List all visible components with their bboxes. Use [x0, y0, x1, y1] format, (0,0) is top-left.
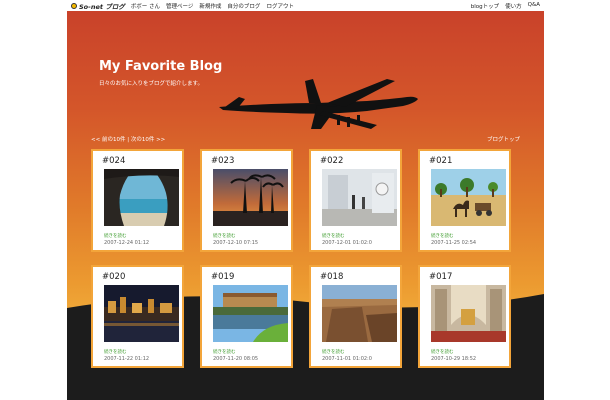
post-photo[interactable] — [322, 169, 397, 226]
post-date: 2007-12-10 07:15 — [213, 240, 259, 246]
post-photo[interactable] — [213, 169, 288, 226]
pager: << 前の10件 | 次の10件 >> — [91, 135, 165, 143]
post-number: #017 — [429, 272, 453, 282]
sonet-logo-icon — [71, 2, 77, 9]
nav-my-blog[interactable]: 自分のブログ — [227, 2, 260, 10]
post-number: #021 — [429, 156, 453, 166]
post-number: #018 — [320, 272, 344, 282]
post-number: #019 — [211, 272, 235, 282]
nav-faq[interactable]: Q&A — [528, 2, 540, 10]
logo-text: So-net ブログ — [79, 2, 125, 11]
post-photo[interactable] — [322, 285, 397, 342]
read-more-link[interactable]: 続きを読む — [322, 349, 345, 355]
post-photo[interactable] — [213, 285, 288, 342]
post-photo[interactable] — [104, 169, 179, 226]
pager-next-link[interactable]: 次の10件 >> — [131, 137, 165, 143]
nav-how-to[interactable]: 使い方 — [505, 2, 522, 10]
blog-subtitle: 日々のお気に入りをブログで紹介します。 — [99, 81, 203, 87]
post-card[interactable]: #017 続きを読む 2007-10-29 18:52 — [418, 265, 511, 368]
nav-new-post[interactable]: 新規作成 — [199, 2, 221, 10]
post-date: 2007-12-24 01:12 — [104, 240, 150, 246]
read-more-link[interactable]: 続きを読む — [104, 349, 127, 355]
post-number: #023 — [211, 156, 235, 166]
blog-top-link[interactable]: ブログトップ — [487, 135, 520, 143]
nav-admin-page[interactable]: 管理ページ — [166, 2, 193, 10]
read-more-link[interactable]: 続きを読む — [431, 349, 454, 355]
post-card[interactable]: #018 続きを読む 2007-11-01 01:02:0 — [309, 265, 402, 368]
post-card[interactable]: #021 続きを読む 2007-11-25 02:54 — [418, 149, 511, 252]
read-more-link[interactable]: 続きを読む — [104, 233, 127, 239]
read-more-link[interactable]: 続きを読む — [213, 233, 236, 239]
post-number: #020 — [102, 272, 126, 282]
post-card[interactable]: #023 続きを読む 2007-12-10 07:15 — [200, 149, 293, 252]
nav-user[interactable]: ボボー さん — [131, 2, 160, 10]
post-card[interactable]: #019 続きを読む 2007-11-20 08:05 — [200, 265, 293, 368]
post-photo[interactable] — [104, 285, 179, 342]
nav-right: blogトップ 使い方 Q&A — [471, 2, 540, 10]
pager-separator: | — [127, 137, 130, 143]
post-date: 2007-10-29 18:52 — [431, 356, 477, 362]
post-card[interactable]: #020 続きを読む 2007-11-22 01:12 — [91, 265, 184, 368]
post-date: 2007-11-22 01:12 — [104, 356, 150, 362]
pager-prev-link[interactable]: << 前の10件 — [91, 137, 125, 143]
airplane-icon — [219, 79, 418, 129]
sonet-logo[interactable]: So-net ブログ — [71, 1, 125, 11]
post-date: 2007-12-01 01:02:0 — [322, 240, 372, 246]
read-more-link[interactable]: 続きを読む — [431, 233, 454, 239]
read-more-link[interactable]: 続きを読む — [213, 349, 236, 355]
blog-stage: My Favorite Blog 日々のお気に入りをブログで紹介します。 << … — [67, 11, 544, 400]
nav-left: ボボー さん 管理ページ 新規作成 自分のブログ ログアウト — [131, 2, 294, 10]
nav-blog-top[interactable]: blogトップ — [471, 2, 499, 10]
post-date: 2007-11-20 08:05 — [213, 356, 259, 362]
post-card[interactable]: #024 続きを読む 2007-12-24 01:12 — [91, 149, 184, 252]
top-navigation-bar: So-net ブログ ボボー さん 管理ページ 新規作成 自分のブログ ログアウ… — [67, 0, 544, 11]
nav-logout[interactable]: ログアウト — [266, 2, 294, 10]
post-number: #024 — [102, 156, 126, 166]
post-photo[interactable] — [431, 169, 506, 226]
post-photo[interactable] — [431, 285, 506, 342]
read-more-link[interactable]: 続きを読む — [322, 233, 345, 239]
post-date: 2007-11-01 01:02:0 — [322, 356, 372, 362]
post-number: #022 — [320, 156, 344, 166]
post-card[interactable]: #022 続きを読む 2007-12-01 01:02:0 — [309, 149, 402, 252]
blog-title[interactable]: My Favorite Blog — [99, 59, 222, 74]
post-date: 2007-11-25 02:54 — [431, 240, 477, 246]
